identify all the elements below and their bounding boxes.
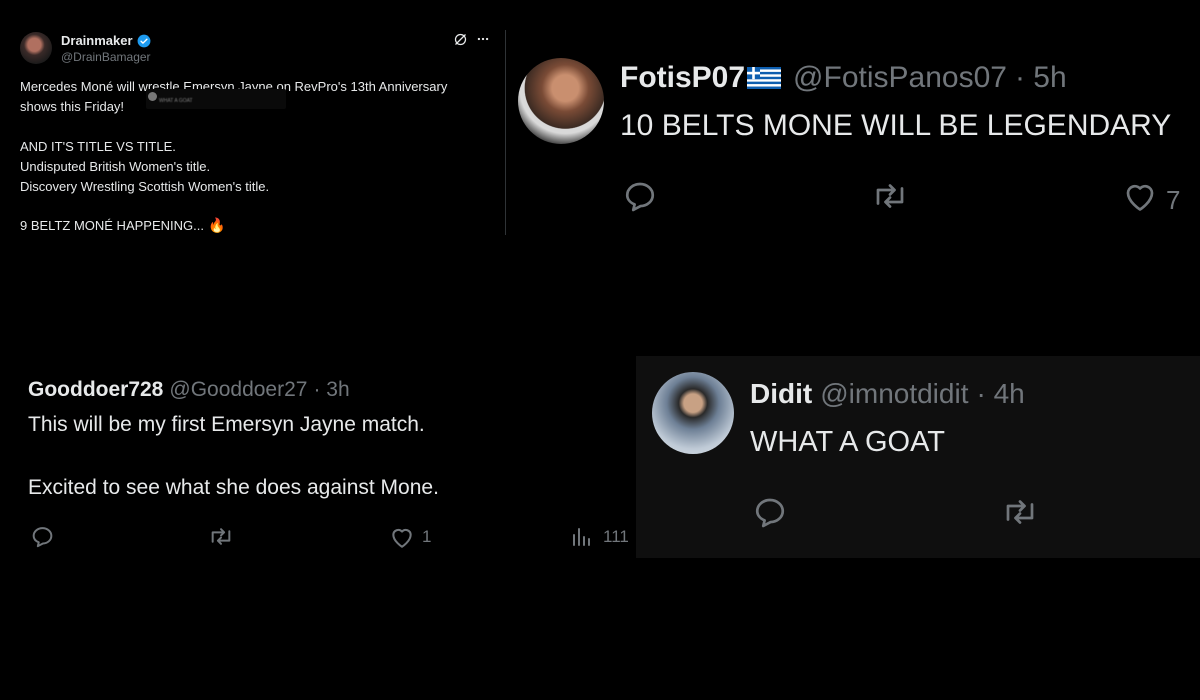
author-name[interactable]: FotisP07 bbox=[620, 61, 745, 95]
reply-text: WHAT A GOAT bbox=[750, 426, 945, 458]
avatar[interactable] bbox=[652, 372, 734, 454]
views-icon[interactable] bbox=[570, 525, 594, 549]
like-icon[interactable] bbox=[1122, 179, 1158, 213]
like-icon[interactable] bbox=[389, 525, 415, 549]
post-text-line: Undisputed British Women's title. bbox=[20, 159, 211, 174]
divider bbox=[505, 30, 506, 235]
verified-badge-icon bbox=[137, 34, 151, 48]
reply-icon[interactable] bbox=[622, 178, 658, 214]
grok-icon[interactable] bbox=[453, 32, 468, 47]
reply-gooddoer: Gooddoer728 @Gooddoer27 · 3h This will b… bbox=[0, 365, 640, 565]
post-text-line: 9 BELTZ MONÉ HAPPENING... bbox=[20, 218, 204, 233]
main-post: Drainmaker @DrainBamager Mercedes Moné w… bbox=[0, 0, 505, 240]
like-count: 7 bbox=[1166, 185, 1181, 215]
author-handle[interactable]: @FotisPanos07 bbox=[793, 61, 1007, 95]
quoted-preview: WHAT A GOAT bbox=[146, 89, 286, 109]
avatar bbox=[148, 92, 157, 101]
reply-icon[interactable] bbox=[30, 524, 55, 549]
more-icon[interactable] bbox=[476, 32, 490, 46]
flag-icon bbox=[747, 67, 782, 89]
author-name[interactable]: Gooddoer728 bbox=[28, 378, 163, 402]
quoted-preview-text: WHAT A GOAT bbox=[159, 98, 193, 104]
retweet-icon[interactable] bbox=[1000, 494, 1040, 530]
like-count: 1 bbox=[422, 527, 432, 546]
reply-didit: Didit @imnotdidit · 4h WHAT A GOAT bbox=[636, 356, 1200, 558]
author-handle[interactable]: @imnotdidit bbox=[820, 378, 968, 410]
post-time[interactable]: · 4h bbox=[976, 378, 1024, 410]
post-text-line: shows this Friday! bbox=[20, 99, 125, 114]
reply-text: 10 BELTS MONE WILL BE LEGENDARY bbox=[620, 109, 1172, 142]
retweet-icon[interactable] bbox=[206, 524, 236, 549]
post-time[interactable]: · 3h bbox=[313, 378, 349, 402]
author-handle[interactable]: @DrainBamager bbox=[61, 50, 151, 64]
fire-emoji: 🔥 bbox=[207, 217, 226, 233]
avatar[interactable] bbox=[20, 32, 52, 64]
reply-fotis: FotisP07 @FotisPanos07 · 5h 10 BELTS MON… bbox=[510, 45, 1200, 225]
reply-text: Excited to see what she does against Mon… bbox=[28, 476, 439, 499]
reply-icon[interactable] bbox=[752, 494, 788, 530]
avatar[interactable] bbox=[518, 58, 604, 144]
reply-text: This will be my first Emersyn Jayne matc… bbox=[28, 413, 425, 436]
author-name[interactable]: Didit bbox=[750, 378, 812, 410]
post-text-line: Discovery Wrestling Scottish Women's tit… bbox=[20, 179, 270, 194]
author-handle[interactable]: @Gooddoer27 bbox=[169, 378, 307, 402]
post-time[interactable]: · 5h bbox=[1015, 61, 1067, 95]
post-text-line: AND IT'S TITLE VS TITLE. bbox=[20, 139, 176, 154]
author-name[interactable]: Drainmaker bbox=[61, 33, 133, 48]
retweet-icon[interactable] bbox=[870, 178, 910, 214]
views-count: 111 bbox=[603, 527, 629, 546]
